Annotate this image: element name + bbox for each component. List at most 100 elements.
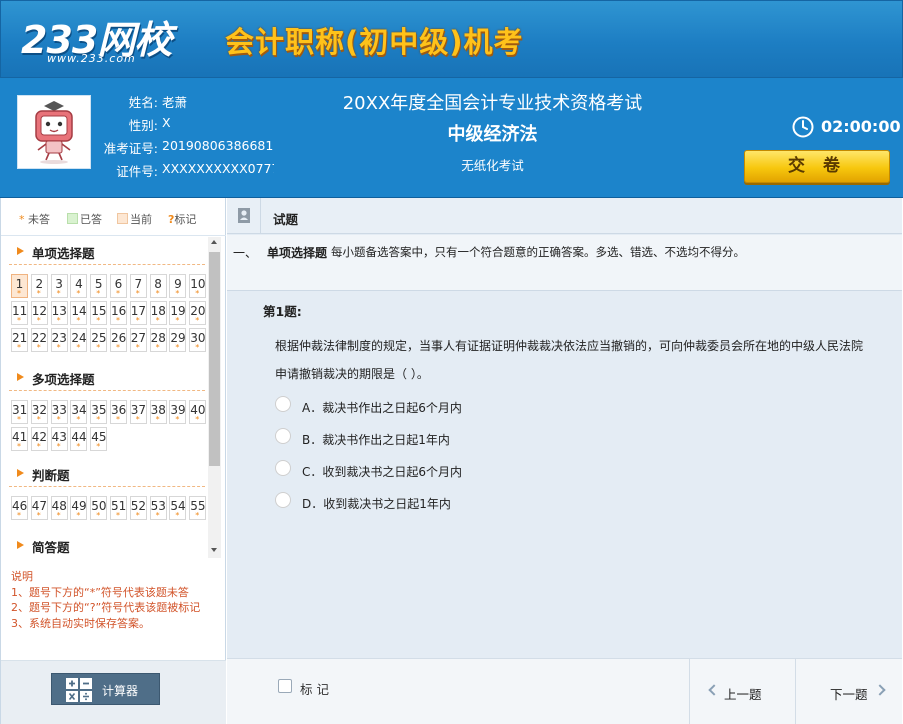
section-header[interactable]: 单项选择题 [17, 243, 95, 262]
question-number-button[interactable]: 44 * [70, 427, 88, 451]
question-number-button[interactable]: 15 * [90, 301, 108, 325]
calculator-zone: 计算器 [1, 660, 226, 724]
unanswered-star-icon: * [195, 316, 200, 325]
prev-question-button[interactable]: 上一题 [689, 659, 795, 724]
question-number-button[interactable]: 52 * [129, 496, 147, 520]
question-number-button[interactable]: 29 * [169, 328, 187, 352]
notes-line-3: 3、系统自动实时保存答案。 [11, 616, 150, 630]
answered-swatch [67, 213, 78, 224]
unanswered-star-icon: * [96, 415, 101, 424]
unanswered-star-icon: * [17, 343, 21, 352]
question-number-button[interactable]: 55 * [189, 496, 207, 520]
option-a-radio[interactable] [275, 396, 291, 412]
unanswered-star-icon: * [17, 442, 21, 451]
question-number-button[interactable]: 25 * [90, 328, 108, 352]
question-number-button[interactable]: 42 * [30, 427, 48, 451]
question-number-button[interactable]: 27 * [129, 328, 147, 352]
unanswered-star-icon: * [17, 415, 21, 424]
question-number-button[interactable]: 41 * [11, 427, 28, 451]
question-number-button[interactable]: 46 * [11, 496, 28, 520]
question-number-button[interactable]: 18 * [149, 301, 167, 325]
tab-questions[interactable]: 试题 [273, 209, 298, 228]
question-stem: 根据仲裁法律制度的规定，当事人有证据证明仲裁裁决依法应当撤销的，可向仲裁委员会所… [275, 339, 864, 381]
question-number-button[interactable]: 36 * [110, 400, 127, 424]
question-number-button[interactable]: 53 * [149, 496, 167, 520]
question-number-button[interactable]: 48 * [50, 496, 68, 520]
scroll-up-arrow-icon[interactable] [211, 240, 217, 244]
question-number-button[interactable]: 47 * [30, 496, 48, 520]
unanswered-star-icon: * [56, 289, 61, 298]
option-c-radio[interactable] [275, 460, 291, 476]
question-number-button[interactable]: 30 * [189, 328, 207, 352]
section-header[interactable]: 简答题 [17, 537, 70, 556]
mark-checkbox[interactable] [278, 679, 292, 693]
question-number-button[interactable]: 54 * [169, 496, 187, 520]
question-number-button[interactable]: 40 * [189, 400, 207, 424]
scrollbar-thumb[interactable] [209, 252, 220, 466]
unanswered-star-icon: * [36, 343, 41, 352]
triangle-right-icon [17, 247, 24, 255]
question-number-button[interactable]: 34 * [70, 400, 88, 424]
question-number-button[interactable]: 6 * [110, 274, 127, 298]
unanswered-star-icon: * [17, 316, 21, 325]
question-number-button[interactable]: 9 * [169, 274, 187, 298]
id-label: 证件号: [116, 164, 158, 179]
question-number-button[interactable]: 21 * [11, 328, 28, 352]
question-number-button[interactable]: 13 * [50, 301, 68, 325]
question-number-button[interactable]: 16 * [110, 301, 127, 325]
submit-exam-button[interactable]: 交 卷 [744, 150, 890, 183]
question-number-button[interactable]: 45 * [90, 427, 108, 451]
option-a-label: A．裁决书作出之日起6个月内 [302, 401, 462, 415]
question-list-scrollbar[interactable] [208, 237, 221, 558]
unanswered-star-icon: * [175, 316, 180, 325]
ticket-value: 201908063866812( [162, 138, 274, 153]
question-number-button[interactable]: 17 * [129, 301, 147, 325]
calculator-button[interactable]: 计算器 [51, 673, 160, 705]
question-number-button[interactable]: 33 * [50, 400, 68, 424]
question-number-button[interactable]: 32 * [30, 400, 48, 424]
exam-title: 20XX年度全国会计专业技术资格考试 [342, 93, 643, 114]
question-number-button[interactable]: 26 * [110, 328, 127, 352]
question-number-button[interactable]: 4 * [70, 274, 88, 298]
question-number-button[interactable]: 49 * [70, 496, 88, 520]
option-b-radio[interactable] [275, 428, 291, 444]
question-number-button[interactable]: 14 * [70, 301, 88, 325]
section-name: 多项选择题 [32, 372, 95, 387]
question-number-button[interactable]: 23 * [50, 328, 68, 352]
question-number-button[interactable]: 20 * [189, 301, 207, 325]
current-swatch [117, 213, 128, 224]
question-number-button[interactable]: 11 * [11, 301, 28, 325]
question-number-button[interactable]: 24 * [70, 328, 88, 352]
unanswered-star-icon: * [36, 442, 41, 451]
question-number-button[interactable]: 51 * [110, 496, 127, 520]
option-d-radio[interactable] [275, 492, 291, 508]
question-number-button[interactable]: 28 * [149, 328, 167, 352]
question-number-button[interactable]: 38 * [149, 400, 167, 424]
legend-marked-label: 标记 [174, 213, 197, 226]
unanswered-star-icon: * [116, 511, 120, 520]
question-panel: 试题 一、 单项选择题 每小题备选答案中，只有一个符合题意的正确答案。多选、错选… [227, 198, 902, 724]
question-number-button[interactable]: 10 * [189, 274, 207, 298]
question-number-button[interactable]: 50 * [90, 496, 108, 520]
question-number-button[interactable]: 7 * [129, 274, 147, 298]
question-number-button[interactable]: 1 * [11, 274, 28, 298]
question-number-button[interactable]: 3 * [50, 274, 68, 298]
question-number-button[interactable]: 39 * [169, 400, 187, 424]
question-number-button[interactable]: 8 * [149, 274, 167, 298]
section-header[interactable]: 判断题 [17, 465, 70, 484]
question-number-button[interactable]: 5 * [90, 274, 108, 298]
question-number-button[interactable]: 22 * [30, 328, 48, 352]
unanswered-star-icon: * [135, 343, 140, 352]
next-question-button[interactable]: 下一题 [795, 659, 901, 724]
question-number-button[interactable]: 31 * [11, 400, 28, 424]
question-number-button[interactable]: 35 * [90, 400, 108, 424]
question-number-button[interactable]: 12 * [30, 301, 48, 325]
question-number-button[interactable]: 2 * [30, 274, 48, 298]
star-icon: * [19, 213, 25, 226]
question-number-button[interactable]: 37 * [129, 400, 147, 424]
scroll-down-arrow-icon[interactable] [211, 548, 217, 552]
option-b-label: B．裁决书作出之日起1年内 [302, 433, 450, 447]
question-number-button[interactable]: 43 * [50, 427, 68, 451]
section-header[interactable]: 多项选择题 [17, 369, 95, 388]
question-number-button[interactable]: 19 * [169, 301, 187, 325]
